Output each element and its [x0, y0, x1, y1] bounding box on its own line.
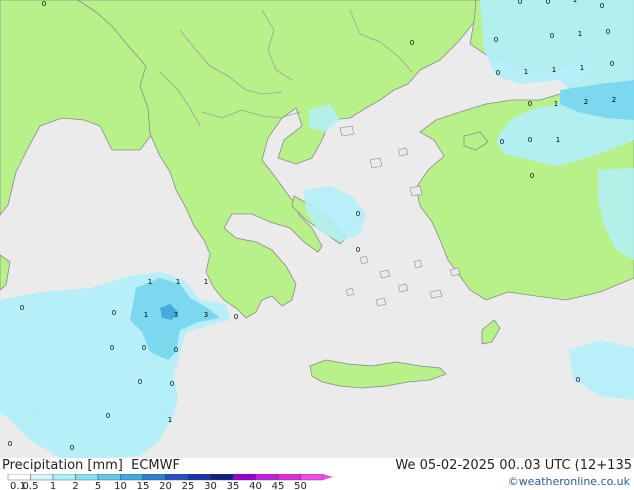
precip-value-label: 1: [556, 136, 560, 144]
precip-value-label: 1: [573, 0, 577, 4]
precip-value-label: 1: [148, 278, 152, 286]
precip-value-label: 0: [496, 69, 500, 77]
legend-swatch: [165, 474, 189, 481]
legend-tick-label: 50: [294, 481, 307, 490]
precip-value-label: 0: [356, 246, 360, 254]
legend-tick-label: 10: [114, 481, 127, 490]
precip-value-label: 1: [552, 66, 556, 74]
legend-tick-label: 1: [50, 481, 56, 490]
precip-value-label: 0: [8, 440, 12, 448]
precip-value-label: 0: [234, 313, 238, 321]
precip-value-label: 1: [144, 311, 148, 319]
map-title: Precipitation [mm] ECMWF: [2, 458, 180, 473]
precip-value-label: 3: [174, 311, 178, 319]
legend-tick-label: 5: [95, 481, 101, 490]
precip-value-label: 3: [204, 311, 208, 319]
precip-value-label: 1: [554, 100, 558, 108]
footer: Precipitation [mm] ECMWF We 05-02-2025 0…: [0, 458, 634, 490]
legend-tick-label: 35: [227, 481, 240, 490]
precipitation-map: 0 0 0 1 0 0 0 0 1 0 0 1 1 1 0 0 1 2 2 0 0 0 1 0 0 0 1 1 1 0 1 3 3 0 0 0 0 0 0 1…: [0, 0, 634, 458]
precip-value-label: 0: [494, 36, 498, 44]
precip-value-label: 0: [528, 100, 532, 108]
precip-value-label: 0: [530, 172, 534, 180]
precip-value-label: 0: [600, 2, 604, 10]
legend-tick-label: 40: [249, 481, 262, 490]
precip-value-label: 1: [168, 416, 172, 424]
valid-time: We 05-02-2025 00..03 UTC (12+135: [395, 458, 632, 473]
legend-swatch: [7, 474, 31, 481]
precip-value-label: 0: [142, 344, 146, 352]
legend-tick-label: 45: [272, 481, 285, 490]
precip-value-label: 0: [70, 444, 74, 452]
legend-swatch: [75, 474, 99, 481]
precip-value-label: 1: [524, 68, 528, 76]
precip-value-label: 0: [170, 380, 174, 388]
precip-value-label: 0: [138, 378, 142, 386]
precip-value-label: 0: [610, 60, 614, 68]
precip-value-label: 0: [112, 309, 116, 317]
legend-swatch: [210, 474, 234, 481]
legend-swatch: [30, 474, 54, 481]
precip-value-label: 1: [176, 278, 180, 286]
legend-swatch: [97, 474, 121, 481]
precip-value-label: 0: [410, 39, 414, 47]
precip-value-label: 1: [578, 30, 582, 38]
legend-tick-label: 25: [182, 481, 195, 490]
legend-tick-label: 30: [204, 481, 217, 490]
legend-swatch: [255, 474, 279, 481]
precip-value-label: 0: [550, 32, 554, 40]
legend-tick-label: 2: [72, 481, 78, 490]
legend-tick-label: 15: [137, 481, 150, 490]
legend-swatch: [142, 474, 166, 481]
legend-tick-label: 0.5: [23, 481, 39, 490]
legend-swatch: [187, 474, 211, 481]
legend-swatch: [300, 474, 324, 481]
legend-swatch: [277, 474, 301, 481]
legend-tick-label: 20: [159, 481, 172, 490]
precip-value-label: 0: [356, 210, 360, 218]
precip-value-label: 0: [518, 0, 522, 6]
precip-value-label: 0: [528, 136, 532, 144]
precip-value-label: 2: [612, 96, 616, 104]
precip-value-label: 0: [606, 28, 610, 36]
color-legend: 0.10.5 1 2 5 10 15 20 25 30 35 40 45 50: [7, 474, 333, 490]
precip-value-label: 0: [576, 376, 580, 384]
credit-text: ©weatheronline.co.uk: [507, 475, 630, 488]
precip-value-label: 2: [584, 98, 588, 106]
precip-value-label: 0: [546, 0, 550, 6]
legend-ticks: 0.10.5 1 2 5 10 15 20 25 30 35 40 45 50: [10, 481, 307, 490]
precip-value-label: 1: [204, 278, 208, 286]
precip-value-label: 0: [110, 344, 114, 352]
legend-arrow: [323, 474, 333, 480]
precip-value-label: 0: [20, 304, 24, 312]
title-text: Precipitation [mm]: [2, 458, 123, 473]
precip-value-label: 0: [42, 0, 46, 8]
map-view: 0001000010011100122000100011101330000001…: [0, 0, 634, 490]
precip-value-label: 0: [174, 346, 178, 354]
legend-swatch: [232, 474, 256, 481]
legend-swatch: [120, 474, 144, 481]
legend-swatch: [52, 474, 76, 481]
model-name: ECMWF: [131, 458, 180, 473]
legend-swatches: [7, 474, 333, 481]
precip-value-label: 1: [580, 64, 584, 72]
precip-value-label: 0: [106, 412, 110, 420]
precip-value-label: 0: [500, 138, 504, 146]
